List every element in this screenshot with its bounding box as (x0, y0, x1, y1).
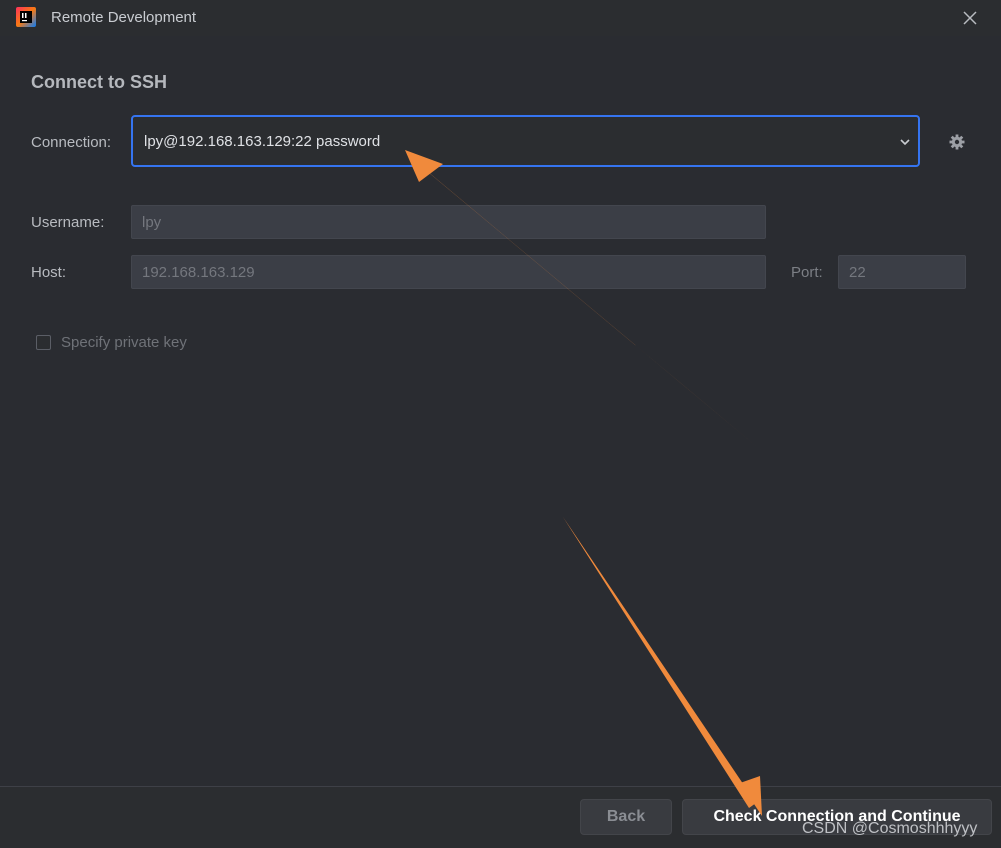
watermark: CSDN @Cosmoshhhyyy (802, 820, 978, 837)
host-field[interactable] (132, 256, 765, 288)
connection-dropdown[interactable]: lpy@192.168.163.129:22 password (131, 115, 920, 167)
dialog-heading: Connect to SSH (31, 72, 168, 92)
intellij-idea-icon (16, 7, 36, 27)
connection-value: lpy@192.168.163.129:22 password (144, 133, 381, 150)
dialog-footer: Back Check Connection and Continue (0, 786, 1001, 848)
username-field-wrapper (131, 205, 766, 239)
connection-label: Connection: (31, 134, 112, 151)
host-field-wrapper (131, 255, 766, 289)
back-button[interactable]: Back (580, 799, 672, 835)
title-bar: Remote Development (0, 0, 1001, 36)
private-key-option[interactable]: Specify private key (36, 334, 187, 351)
port-field[interactable] (839, 256, 965, 288)
close-button[interactable] (958, 6, 982, 30)
chevron-down-icon[interactable] (898, 135, 912, 149)
port-field-wrapper (838, 255, 966, 289)
username-field[interactable] (132, 206, 765, 238)
close-icon[interactable] (963, 11, 977, 25)
private-key-label: Specify private key (61, 334, 187, 351)
gear-icon[interactable] (948, 133, 966, 151)
private-key-checkbox[interactable] (36, 335, 51, 350)
dialog-body: Connect to SSH Connection: lpy@192.168.1… (0, 36, 1001, 786)
host-label: Host: (31, 264, 67, 281)
username-label: Username: (31, 214, 105, 231)
window-title: Remote Development (51, 9, 197, 26)
port-label: Port: (791, 264, 823, 281)
